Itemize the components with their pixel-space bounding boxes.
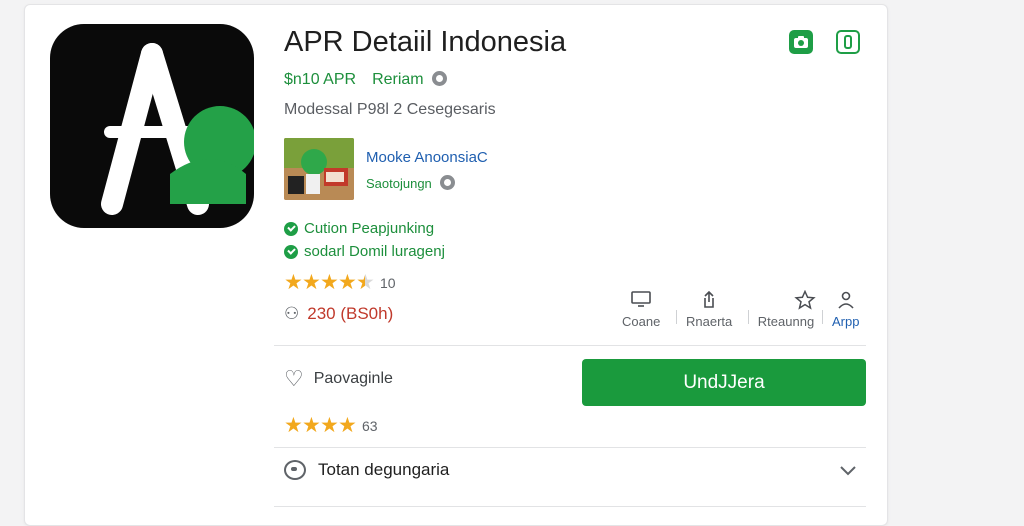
action-label: Rteaunng xyxy=(757,314,815,329)
phone-icon[interactable] xyxy=(836,30,860,54)
downloads-row: ⚇ 230 (BS0h) xyxy=(284,304,393,324)
featured-subtitle: Saotojungn xyxy=(366,175,455,191)
rating-count: 10 xyxy=(380,275,396,291)
person-icon xyxy=(836,290,856,312)
info-icon[interactable] xyxy=(431,71,447,86)
star-icon: ★ xyxy=(320,414,339,437)
star-icon: ★ xyxy=(284,414,303,437)
action-label: Rnaerta xyxy=(686,314,733,329)
action-app[interactable]: Arpp xyxy=(832,290,859,329)
divider xyxy=(274,447,866,448)
action-divider xyxy=(748,310,749,324)
star-icon: ★ xyxy=(338,414,357,437)
install-button[interactable]: UndJJera xyxy=(582,359,866,406)
check-item: sodarl Domil luragenj xyxy=(284,243,445,260)
app-title: APR Detaiil Indonesia xyxy=(284,26,567,58)
downloads-count: 230 (BS0h) xyxy=(307,304,394,323)
star-icon: ★ xyxy=(302,271,321,294)
share-icon xyxy=(699,290,719,312)
users-icon: ⚇ xyxy=(284,304,300,323)
heart-icon: ♡ xyxy=(284,366,304,391)
camera-icon[interactable] xyxy=(789,30,813,54)
check-circle-icon xyxy=(284,244,298,259)
star-icon: ★ xyxy=(302,414,321,437)
action-share[interactable]: Rnaerta xyxy=(686,290,732,329)
featured-title[interactable]: Mooke AnoonsiaC xyxy=(366,149,488,166)
star-icon: ★ xyxy=(338,271,357,294)
action-divider xyxy=(676,310,677,324)
check-label: sodarl Domil luragenj xyxy=(304,243,445,260)
price-developer-line: $n10 APR Reriam xyxy=(284,70,447,90)
screen-icon xyxy=(630,290,652,312)
developer-link[interactable]: Reriam xyxy=(372,71,424,88)
app-price: $n10 APR xyxy=(284,71,357,88)
wishlist-button[interactable]: ♡ Paovaginle xyxy=(284,368,393,390)
action-label: Arpp xyxy=(832,314,860,329)
check-label: Cution Peapjunking xyxy=(304,220,435,237)
comment-icon xyxy=(284,460,306,480)
action-screen[interactable]: Coane xyxy=(622,290,660,329)
action-rating[interactable]: Rteaunng xyxy=(756,289,816,329)
rating-stars: ★ ★ ★ ★ ★ 10 xyxy=(284,271,396,294)
check-item: Cution Peapjunking xyxy=(284,220,434,237)
user-rating-stars: ★ ★ ★ ★ 63 xyxy=(284,414,378,437)
divider xyxy=(274,506,866,507)
info-icon[interactable] xyxy=(439,175,455,190)
reviews-label: Totan degungaria xyxy=(318,460,450,479)
reviews-section[interactable]: Totan degungaria xyxy=(284,460,449,480)
featured-subtitle-text: Saotojungn xyxy=(366,176,432,191)
app-logo-icon xyxy=(50,24,254,228)
star-icon: ★ xyxy=(284,271,303,294)
check-circle-icon xyxy=(284,221,298,236)
star-half-icon: ★ xyxy=(356,271,375,294)
wishlist-label: Paovaginle xyxy=(313,370,393,387)
featured-thumbnail[interactable] xyxy=(284,138,354,200)
action-label: Coane xyxy=(622,314,661,329)
app-meta: Modessal P98l 2 Cesegesaris xyxy=(284,101,496,118)
action-divider xyxy=(822,310,823,324)
star-icon: ★ xyxy=(320,271,339,294)
chevron-down-icon[interactable] xyxy=(838,460,858,480)
user-rating-count: 63 xyxy=(362,418,378,434)
star-outline-icon xyxy=(756,289,816,312)
divider xyxy=(274,345,866,346)
